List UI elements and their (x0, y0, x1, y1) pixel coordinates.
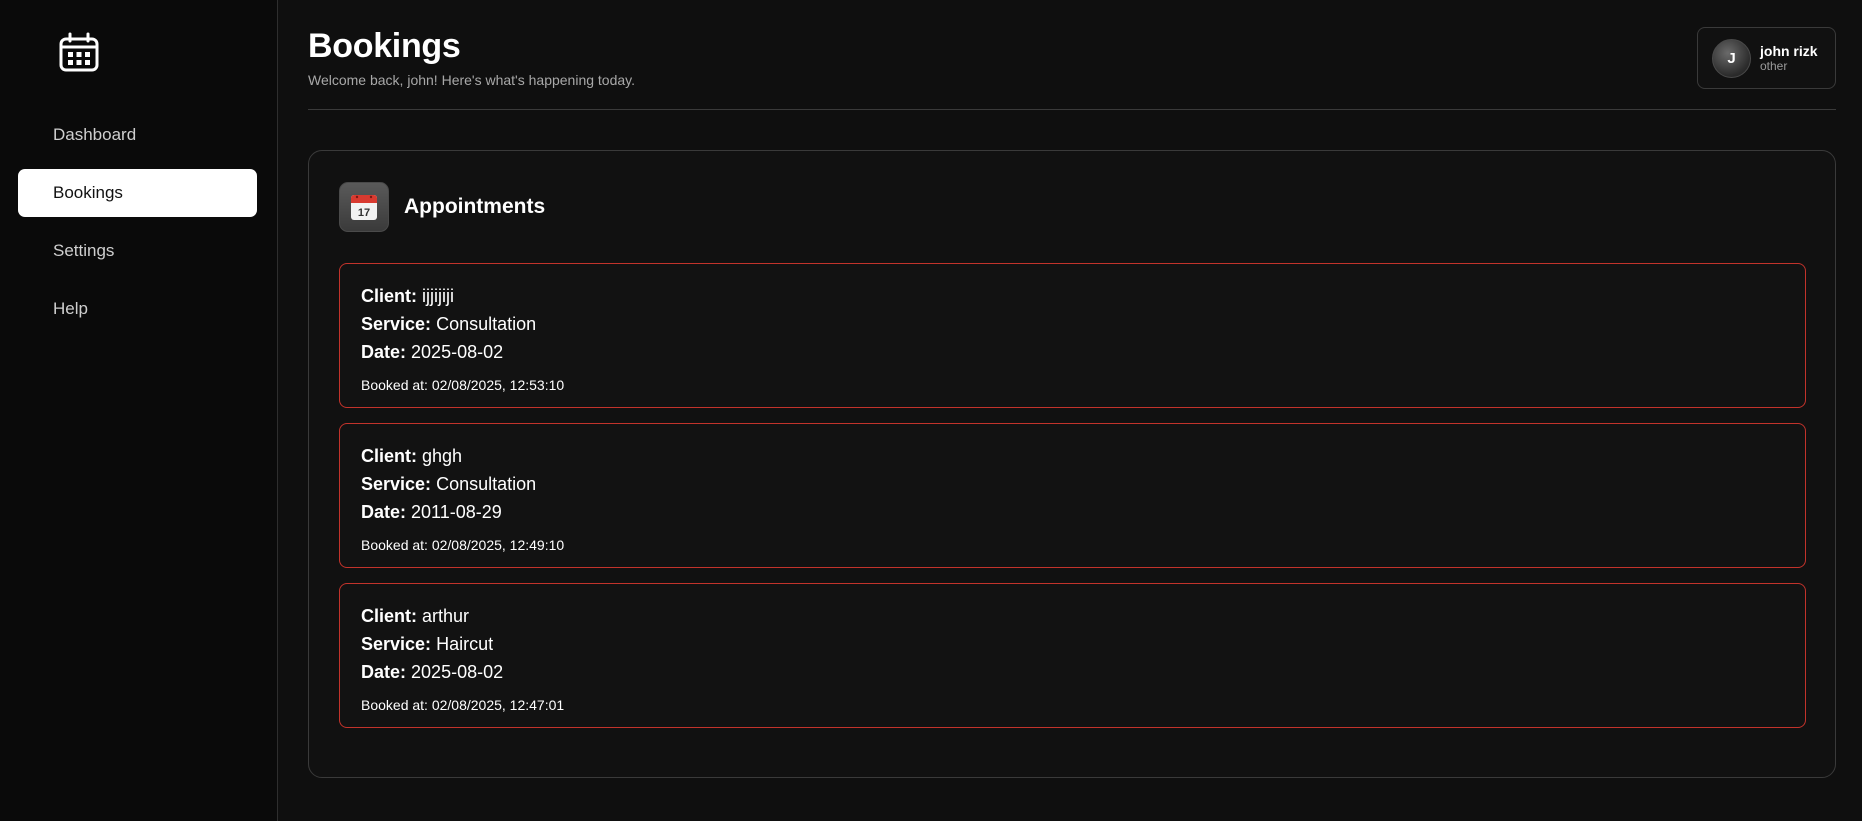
app-root: Dashboard Bookings Settings Help Booking… (0, 0, 1862, 821)
sidebar-item-label: Help (53, 299, 88, 318)
booking-card[interactable]: Client: arthur Service: Haircut Date: 20… (339, 583, 1806, 728)
appointments-panel: 17 Appointments Client: ijjijiji Service… (308, 150, 1836, 778)
booking-card[interactable]: Client: ijjijiji Service: Consultation D… (339, 263, 1806, 408)
booking-client: Client: ghgh (361, 446, 463, 466)
booking-service: Service: Consultation (361, 474, 537, 494)
booking-client: Client: arthur (361, 606, 470, 626)
sidebar-item-label: Dashboard (53, 125, 137, 144)
avatar: J (1712, 38, 1751, 78)
user-info: john rizk other (1760, 43, 1818, 74)
main-content: Bookings Welcome back, john! Here's what… (278, 0, 1862, 821)
booking-service: Service: Consultation (361, 314, 537, 334)
booking-client: Client: ijjijiji (361, 286, 455, 306)
sidebar-nav: Dashboard Bookings Settings Help (18, 111, 257, 343)
page-subtitle: Welcome back, john! Here's what's happen… (308, 72, 636, 88)
calendar-icon[interactable] (58, 32, 100, 74)
sidebar-item-dashboard[interactable]: Dashboard (18, 111, 257, 159)
booking-card[interactable]: Client: ghgh Service: Consultation Date:… (339, 423, 1806, 568)
booking-booked-at: Booked at: 02/08/2025, 12:53:10 (361, 377, 565, 393)
sidebar-item-label: Settings (53, 241, 115, 260)
sidebar-item-bookings[interactable]: Bookings (18, 169, 257, 217)
appointments-list: Client: ijjijiji Service: Consultation D… (339, 263, 1806, 743)
booking-booked-at: Booked at: 02/08/2025, 12:47:01 (361, 697, 565, 713)
svg-text:17: 17 (358, 207, 370, 219)
sidebar-item-label: Bookings (53, 183, 123, 202)
appointments-title: Appointments (404, 195, 546, 218)
booking-date: Date: 2025-08-02 (361, 342, 504, 362)
header-divider (308, 109, 1836, 110)
calendar-17-icon: 17 (339, 182, 389, 232)
user-role: other (1760, 58, 1788, 73)
user-name: john rizk (1760, 42, 1818, 59)
sidebar-item-help[interactable]: Help (18, 285, 257, 333)
sidebar: Dashboard Bookings Settings Help (0, 0, 278, 821)
booking-date: Date: 2011-08-29 (361, 502, 502, 522)
booking-booked-at: Booked at: 02/08/2025, 12:49:10 (361, 537, 565, 553)
booking-service: Service: Haircut (361, 634, 494, 654)
appointments-header: 17 Appointments (339, 182, 545, 232)
sidebar-item-settings[interactable]: Settings (18, 227, 257, 275)
booking-date: Date: 2025-08-02 (361, 662, 504, 682)
user-profile-card[interactable]: J john rizk other (1697, 27, 1836, 89)
page-title: Bookings (308, 27, 461, 65)
